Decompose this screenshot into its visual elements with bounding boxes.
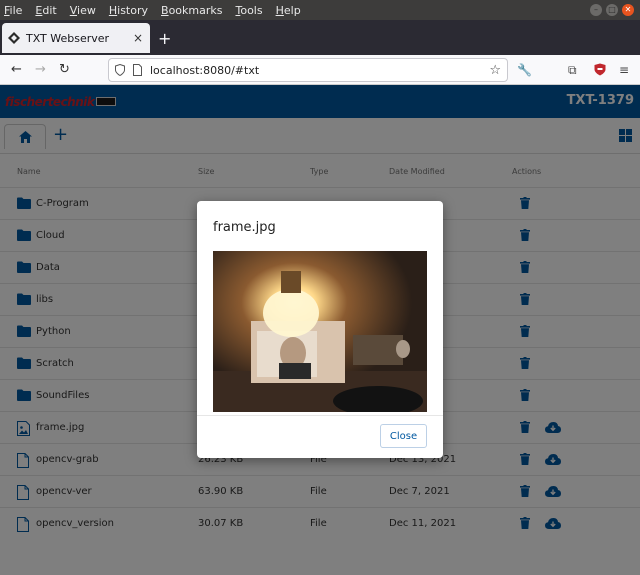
tab-close-icon[interactable]: ×: [130, 31, 146, 45]
shield-icon: [115, 64, 125, 76]
image-preview-modal: frame.jpg Close: [197, 201, 443, 458]
forward-icon[interactable]: →: [35, 62, 46, 78]
tab-bar: TXT Webserver × +: [0, 20, 640, 55]
menu-help[interactable]: Help: [276, 4, 301, 17]
menu-view[interactable]: View: [70, 4, 96, 17]
favicon-icon: [8, 32, 20, 44]
menu-tools[interactable]: Tools: [235, 4, 262, 17]
minimize-icon[interactable]: –: [590, 4, 602, 16]
camera-frame-image: [213, 251, 427, 412]
menu-bar: File Edit View History Bookmarks Tools Help: [0, 0, 640, 20]
url-bar[interactable]: localhost:8080/#txt ☆: [108, 58, 508, 82]
menu-history[interactable]: History: [109, 4, 148, 17]
menu-file[interactable]: File: [4, 4, 22, 17]
new-tab-button[interactable]: +: [158, 31, 171, 47]
modal-title: frame.jpg: [213, 220, 276, 235]
hamburger-menu-icon[interactable]: ≡: [619, 62, 629, 78]
menu-edit[interactable]: Edit: [35, 4, 56, 17]
tab-title: TXT Webserver: [26, 31, 110, 45]
extensions-icon[interactable]: ⧉: [568, 62, 577, 78]
menu-bookmarks[interactable]: Bookmarks: [161, 4, 222, 17]
window-controls: – □ ✕: [590, 4, 634, 16]
navigation-bar: ← → ↻ localhost:8080/#txt ☆ 🔧 ⧉ ≡: [0, 55, 640, 85]
wrench-icon[interactable]: 🔧: [517, 62, 532, 78]
modal-footer: Close: [197, 415, 443, 458]
image-preview: [213, 251, 427, 412]
url-text: localhost:8080/#txt: [150, 63, 260, 77]
page-icon: [133, 64, 142, 76]
close-window-icon[interactable]: ✕: [622, 4, 634, 16]
close-button[interactable]: Close: [380, 424, 427, 448]
ublock-shield-icon[interactable]: [594, 63, 606, 76]
back-icon[interactable]: ←: [11, 62, 22, 78]
reload-icon[interactable]: ↻: [59, 62, 70, 78]
bookmark-star-icon[interactable]: ☆: [489, 63, 501, 78]
maximize-icon[interactable]: □: [606, 4, 618, 16]
tab-txt-webserver[interactable]: TXT Webserver ×: [2, 23, 150, 53]
